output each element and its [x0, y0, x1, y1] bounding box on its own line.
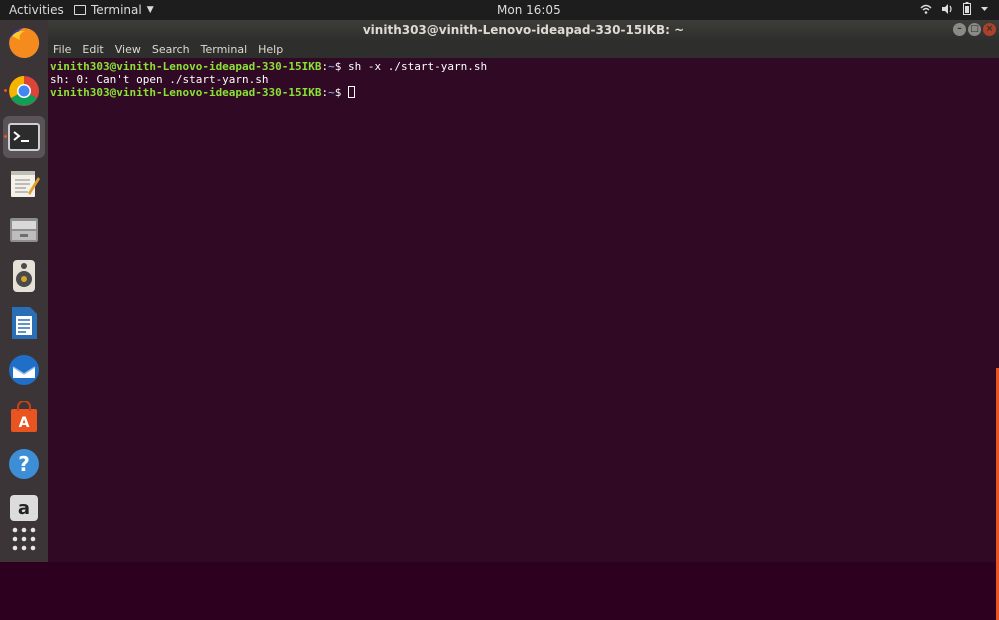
text-cursor: [348, 86, 356, 98]
terminal-icon: [74, 5, 86, 15]
battery-icon: [963, 2, 971, 15]
chrome-icon: [9, 76, 39, 106]
text-editor-icon: [11, 171, 40, 197]
top-bar: Activities Terminal ▼ Mon 16:05: [0, 0, 999, 20]
volume-icon: [942, 3, 952, 14]
prompt-user: vinith303@vinith-Lenovo-ideapad-330-15IK…: [50, 60, 322, 73]
dock-software[interactable]: A: [3, 396, 45, 438]
menu-edit[interactable]: Edit: [82, 43, 103, 56]
terminal-line: vinith303@vinith-Lenovo-ideapad-330-15IK…: [50, 60, 999, 73]
help-icon: ?: [9, 449, 39, 479]
prompt-path: ~: [328, 60, 335, 73]
system-tray[interactable]: [920, 2, 989, 15]
prompt-symbol: $: [334, 60, 349, 73]
shopping-bag-icon: A: [11, 401, 37, 432]
window-title: vinith303@vinith-Lenovo-ideapad-330-15IK…: [362, 23, 685, 37]
app-menu[interactable]: Terminal ▼: [74, 3, 154, 17]
menu-view[interactable]: View: [115, 43, 141, 56]
clock[interactable]: Mon 16:05: [497, 3, 561, 17]
menu-file[interactable]: File: [53, 43, 71, 56]
menu-search[interactable]: Search: [152, 43, 190, 56]
dock-chrome[interactable]: [3, 70, 45, 112]
firefox-icon: [9, 27, 40, 58]
dock-rhythmbox[interactable]: [3, 255, 45, 297]
svg-text:a: a: [18, 498, 30, 519]
window-titlebar[interactable]: vinith303@vinith-Lenovo-ideapad-330-15IK…: [48, 20, 999, 41]
output-text: sh: 0: Can't open ./start-yarn.sh: [50, 73, 269, 86]
files-icon: [10, 218, 38, 242]
minimize-button[interactable]: –: [953, 23, 966, 36]
menu-help[interactable]: Help: [258, 43, 283, 56]
dock-writer[interactable]: [3, 302, 45, 344]
prompt-user: vinith303@vinith-Lenovo-ideapad-330-15IK…: [50, 86, 322, 99]
show-applications-button[interactable]: [3, 518, 45, 560]
dock-thunderbird[interactable]: [3, 349, 45, 391]
prompt-symbol: $: [334, 86, 349, 99]
document-icon: [12, 307, 37, 339]
terminal-icon: [8, 123, 40, 151]
app-menu-label: Terminal: [91, 3, 142, 17]
chevron-down-icon: ▼: [146, 5, 154, 15]
chevron-down-icon: [981, 6, 988, 11]
wifi-icon: [920, 4, 932, 14]
dock-files[interactable]: [3, 208, 45, 250]
dock-text-editor[interactable]: [3, 162, 45, 204]
dock-help[interactable]: ?: [3, 443, 45, 485]
menu-terminal[interactable]: Terminal: [201, 43, 248, 56]
dock-terminal[interactable]: [3, 116, 45, 158]
dock-firefox[interactable]: [3, 22, 45, 64]
menu-bar: File Edit View Search Terminal Help: [48, 41, 999, 58]
terminal-output[interactable]: vinith303@vinith-Lenovo-ideapad-330-15IK…: [48, 58, 999, 620]
activities-button[interactable]: Activities: [9, 3, 64, 17]
running-indicator: [4, 135, 7, 138]
svg-text:?: ?: [18, 452, 30, 476]
window-controls: – □ ×: [953, 23, 996, 36]
close-button[interactable]: ×: [983, 23, 996, 36]
terminal-line: vinith303@vinith-Lenovo-ideapad-330-15IK…: [50, 86, 999, 99]
running-indicator: [4, 89, 7, 92]
dock: A ? a: [0, 20, 48, 562]
terminal-line: sh: 0: Can't open ./start-yarn.sh: [50, 73, 999, 86]
prompt-path: ~: [328, 86, 335, 99]
speaker-icon: [13, 260, 35, 292]
command-text: sh -x ./start-yarn.sh: [348, 60, 488, 73]
thunderbird-icon: [9, 355, 39, 385]
grid-icon: [12, 527, 36, 551]
maximize-button[interactable]: □: [968, 23, 981, 36]
svg-text:A: A: [19, 415, 30, 431]
